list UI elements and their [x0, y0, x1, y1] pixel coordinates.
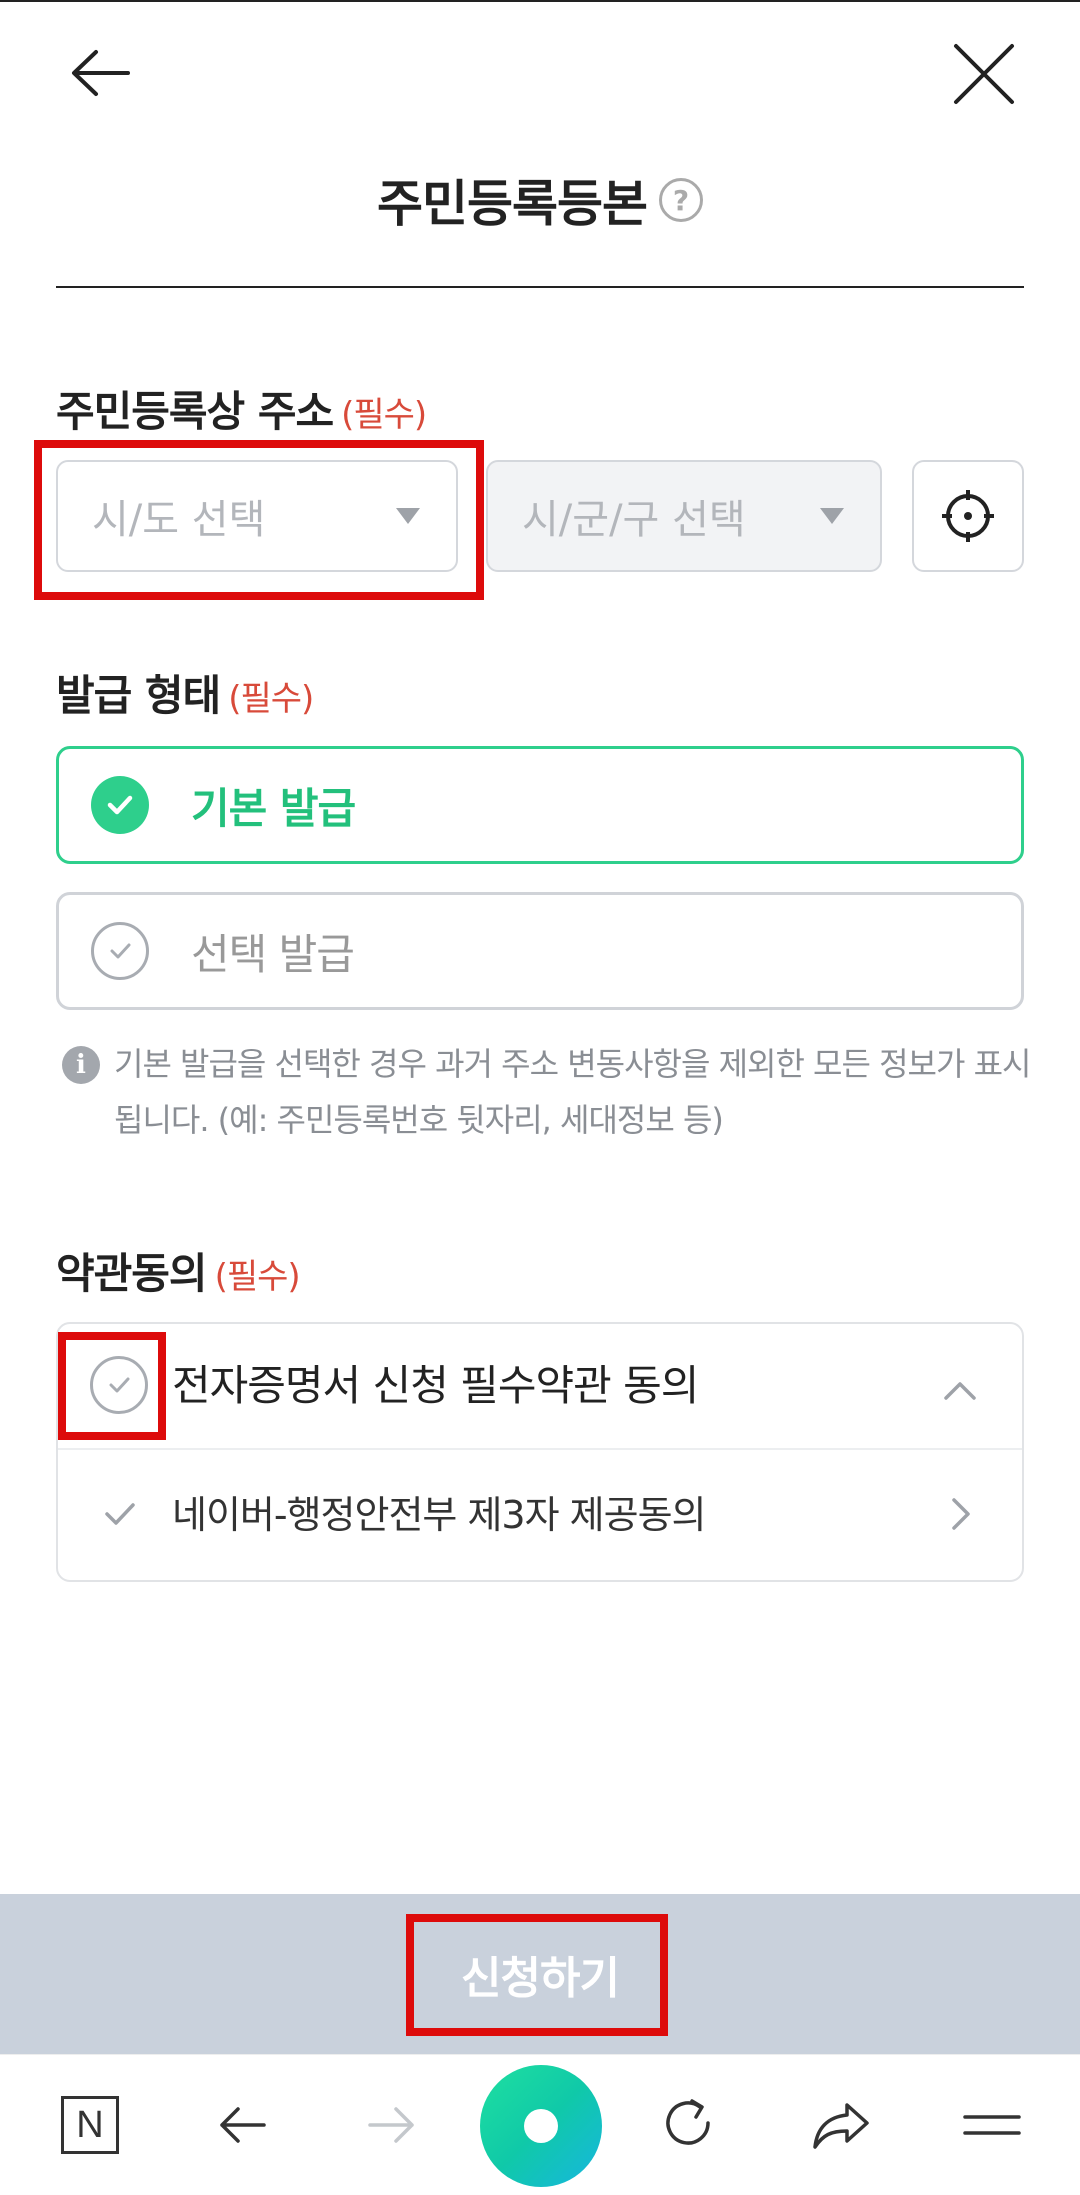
arrow-right-icon	[368, 2107, 414, 2143]
sigungu-select[interactable]: 시/군/구 선택	[486, 460, 882, 572]
browser-forward-button[interactable]	[344, 2077, 440, 2173]
browser-back-button[interactable]	[194, 2077, 290, 2173]
required-tag: (필수)	[214, 1257, 301, 1297]
current-location-button[interactable]	[912, 460, 1024, 572]
reload-icon	[666, 2099, 710, 2145]
green-dot-button[interactable]	[480, 2065, 602, 2187]
required-tag: (필수)	[228, 679, 314, 719]
page-header: 주민등록등본 ?	[0, 160, 1080, 240]
check-circle-filled-icon	[91, 776, 149, 834]
page-title: 주민등록등본	[377, 175, 648, 233]
close-icon	[954, 44, 1014, 104]
sido-highlight-box	[34, 440, 484, 600]
issue-option-basic[interactable]: 기본 발급	[56, 746, 1024, 864]
share-button[interactable]	[794, 2077, 890, 2173]
chevron-right-icon	[952, 1498, 970, 1530]
sigungu-placeholder: 시/군/구 선택	[522, 497, 746, 543]
terms-detail-button[interactable]	[940, 1490, 980, 1538]
check-circle-outline-icon	[91, 922, 149, 980]
browser-toolbar: N	[0, 2054, 1080, 2195]
check-mark-icon	[100, 1494, 140, 1534]
issue-info-text: 기본 발급을 선택한 경우 과거 주소 변동사항을 제외한 모든 정보가 표시됩…	[114, 1045, 1031, 1139]
hamburger-menu-icon	[963, 2115, 1021, 2135]
address-section-label: 주민등록상 주소 (필수)	[56, 378, 427, 439]
back-button[interactable]	[56, 30, 146, 120]
terms-collapse-button[interactable]	[936, 1366, 984, 1414]
dropdown-caret-icon	[820, 508, 844, 524]
issue-option-basic-label: 기본 발급	[191, 783, 356, 833]
arrow-left-icon	[72, 50, 130, 96]
terms-sub-label[interactable]: 네이버-행정안전부 제3자 제공동의	[172, 1484, 706, 1539]
close-button[interactable]	[940, 30, 1030, 120]
arrow-left-icon	[220, 2107, 266, 2143]
header-divider	[56, 286, 1024, 288]
info-icon: i	[62, 1046, 100, 1084]
address-label: 주민등록상 주소	[56, 387, 334, 436]
menu-button[interactable]	[944, 2077, 1040, 2173]
naver-home-button[interactable]: N	[42, 2077, 138, 2173]
green-dot-icon	[480, 2065, 602, 2187]
chevron-up-icon	[944, 1382, 976, 1400]
terms-checkbox-highlight-box	[58, 1332, 166, 1440]
required-tag: (필수)	[341, 395, 427, 435]
crosshair-icon	[942, 490, 994, 542]
reload-button[interactable]	[642, 2077, 738, 2173]
terms-separator	[58, 1448, 1022, 1450]
submit-highlight-box	[406, 1914, 668, 2036]
terms-label: 약관동의	[56, 1249, 208, 1298]
terms-main-label[interactable]: 전자증명서 신청 필수약관 동의	[172, 1352, 699, 1413]
share-arrow-icon	[813, 2103, 869, 2149]
top-border	[0, 0, 1080, 2]
issue-type-label: 발급 형태	[56, 671, 221, 720]
issue-type-section-label: 발급 형태 (필수)	[56, 662, 314, 723]
help-icon[interactable]: ?	[659, 178, 703, 222]
terms-section-label: 약관동의 (필수)	[56, 1240, 301, 1301]
issue-option-selective-label: 선택 발급	[191, 929, 355, 979]
naver-logo-icon: N	[61, 2096, 119, 2154]
issue-option-selective[interactable]: 선택 발급	[56, 892, 1024, 1010]
